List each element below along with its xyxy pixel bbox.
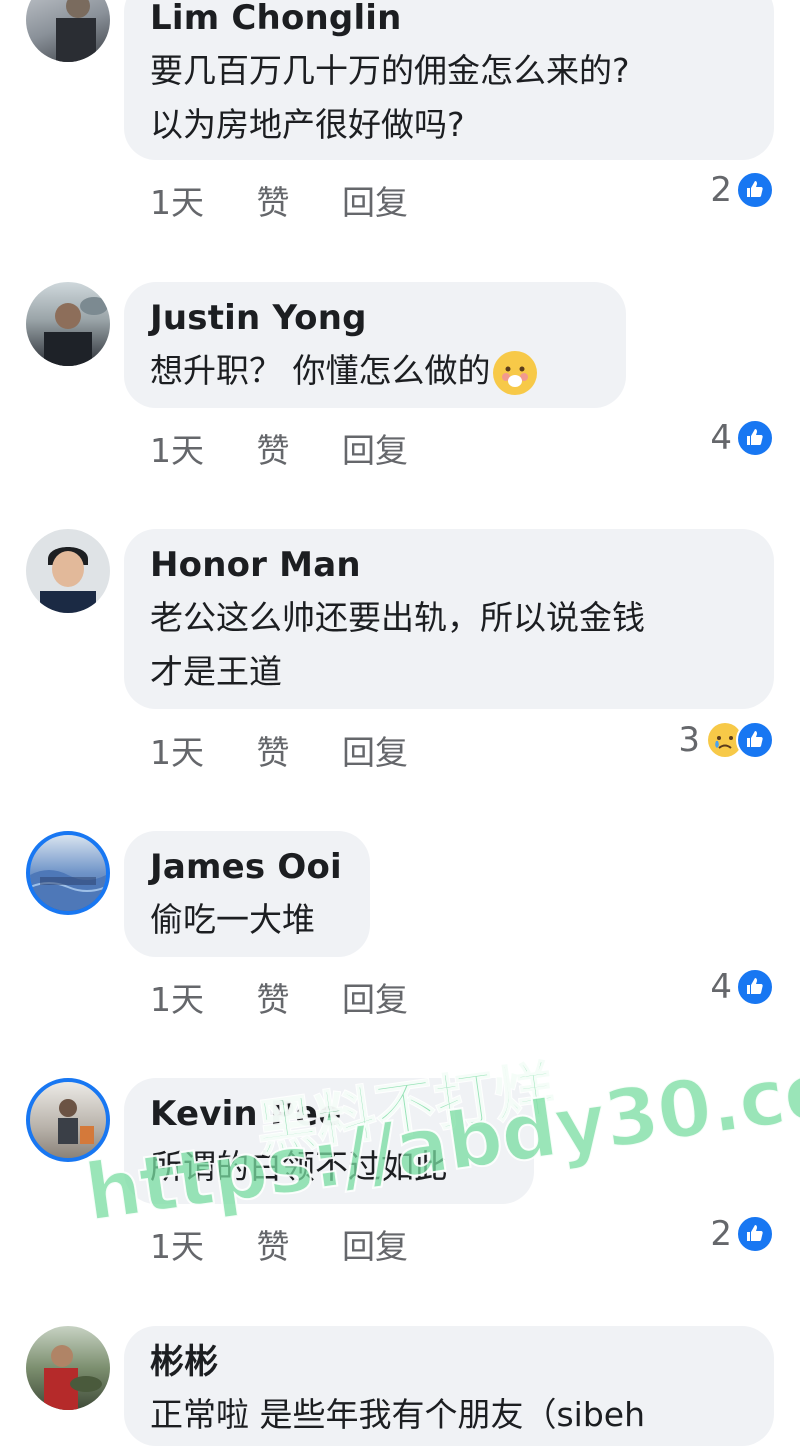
comment-text-line: 要几百万几十万的佣金怎么来的? [150,51,630,90]
timestamp[interactable]: 1天 [150,176,204,224]
commenter-name[interactable]: Lim Chonglin [150,0,748,38]
like-button[interactable]: 赞 [257,176,290,224]
comment-text-line: 才是王道 [150,652,282,691]
avatar[interactable] [26,0,110,62]
commenter-name[interactable]: Honor Man [150,545,748,585]
reply-button[interactable]: 回复 [342,176,408,224]
comment-text-line: 老公这么帅还要出轨，所以说金钱 [150,598,645,637]
comment-text-line: 所谓的白领不过如此 [150,1147,447,1186]
comment-bubble: Kevin Pee 所谓的白领不过如此 [124,1078,534,1204]
reply-button[interactable]: 回复 [342,424,408,472]
comment-text: 想升职？ 你懂怎么做的 [150,351,491,390]
comment-text-line: 以为房地产很好做吗? [150,105,465,144]
commenter-name[interactable]: James Ooi [150,847,344,887]
reaction-summary[interactable]: 2 [710,1214,774,1254]
comment-actions: 1天 赞 回复 [150,424,450,472]
wave-photo-icon [30,870,106,911]
comment-bubble: Justin Yong 想升职？ 你懂怎么做的 [124,282,626,408]
person-photo-icon [44,1345,102,1410]
reaction-summary[interactable]: 3 [678,720,774,760]
comment-text-line: 想升职？ 你懂怎么做的 [150,344,600,398]
comment-text-line: 正常啦 是些年我有个朋友（sibeh [150,1395,646,1434]
comment-bubble: 彬彬 正常啦 是些年我有个朋友（sibeh [124,1326,774,1446]
reaction-count: 2 [710,1214,732,1254]
timestamp[interactable]: 1天 [150,973,204,1021]
like-icon [736,419,774,457]
comment-bubble: Honor Man 老公这么帅还要出轨，所以说金钱 才是王道 [124,529,774,709]
like-button[interactable]: 赞 [257,726,290,774]
like-icon [736,968,774,1006]
like-button[interactable]: 赞 [257,424,290,472]
commenter-name[interactable]: Kevin Pee [150,1094,508,1134]
like-icon [736,721,774,759]
comment-bubble: James Ooi 偷吃一大堆 [124,831,370,957]
reaction-count: 3 [678,720,700,760]
like-button[interactable]: 赞 [257,973,290,1021]
reaction-count: 4 [710,418,732,458]
timestamp[interactable]: 1天 [150,726,204,774]
like-icon [736,171,774,209]
avatar[interactable] [26,1078,110,1162]
comment-text-line: 偷吃一大堆 [150,900,315,939]
reaction-summary[interactable]: 2 [710,170,774,210]
timestamp[interactable]: 1天 [150,424,204,472]
comment-actions: 1天 赞 回复 [150,176,450,224]
avatar[interactable] [26,1326,110,1410]
like-button[interactable]: 赞 [257,1220,290,1268]
person-photo-icon [40,547,96,613]
reaction-summary[interactable]: 4 [710,418,774,458]
commenter-name[interactable]: 彬彬 [150,1342,748,1382]
reply-button[interactable]: 回复 [342,1220,408,1268]
person-photo-icon [56,0,96,62]
reaction-count: 2 [710,170,732,210]
comment-actions: 1天 赞 回复 [150,1220,450,1268]
blushing-face-emoji-icon [492,350,537,395]
like-icon [736,1215,774,1253]
person-photo-icon [58,1099,94,1144]
reply-button[interactable]: 回复 [342,973,408,1021]
avatar[interactable] [26,831,110,915]
comment-bubble: Lim Chonglin 要几百万几十万的佣金怎么来的? 以为房地产很好做吗? [124,0,774,160]
comment-actions: 1天 赞 回复 [150,726,450,774]
reaction-count: 4 [710,967,732,1007]
avatar[interactable] [26,282,110,366]
timestamp[interactable]: 1天 [150,1220,204,1268]
commenter-name[interactable]: Justin Yong [150,298,600,338]
person-photo-icon [44,297,108,366]
avatar[interactable] [26,529,110,613]
reply-button[interactable]: 回复 [342,726,408,774]
reaction-summary[interactable]: 4 [710,967,774,1007]
comment-actions: 1天 赞 回复 [150,973,450,1021]
